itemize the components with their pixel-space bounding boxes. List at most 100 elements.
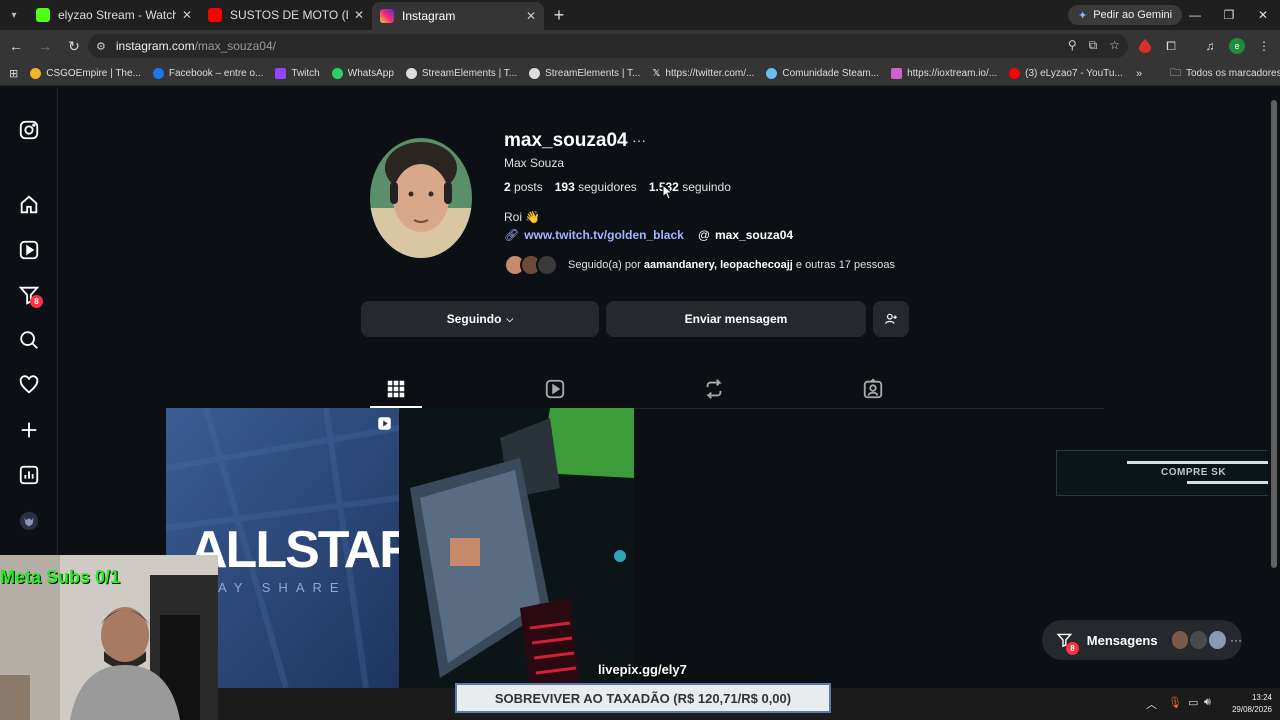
apps-grid-icon[interactable]: ⊞ bbox=[9, 67, 18, 80]
add-person-icon bbox=[885, 313, 897, 324]
tagged-tab-icon[interactable] bbox=[862, 378, 884, 400]
reposts-tab-icon[interactable] bbox=[703, 378, 725, 400]
cast-icon[interactable]: ⧉ bbox=[1089, 38, 1098, 53]
volume-icon[interactable]: 🔊︎ bbox=[1204, 696, 1211, 709]
bookmark-label: WhatsApp bbox=[347, 68, 394, 79]
all-bookmarks-folder[interactable]: 🗀 Todos os marcadores bbox=[1170, 64, 1280, 83]
gemini-button[interactable]: ✦ Pedir ao Gemini bbox=[1068, 5, 1183, 25]
promo-decoration bbox=[1127, 461, 1280, 464]
page-scrollbar[interactable] bbox=[1268, 88, 1280, 720]
bookmark-star-icon[interactable]: ☆ bbox=[1109, 38, 1120, 53]
bookmark-facebook[interactable]: Facebook – entre o... bbox=[152, 68, 263, 79]
tray-chevron-icon[interactable]: ︿ bbox=[1146, 696, 1157, 712]
zoom-icon[interactable]: ⚲ bbox=[1068, 38, 1077, 53]
stream-goal-text: Meta Subs 0/1 bbox=[0, 567, 121, 587]
followers-stat[interactable]: 193 seguidores bbox=[555, 180, 637, 194]
bookmark-favicon-icon bbox=[152, 68, 164, 79]
posts-count: 2 bbox=[504, 180, 511, 194]
scrollbar-thumb[interactable] bbox=[1271, 100, 1277, 568]
browser-tab-kick[interactable]: elyzao Stream - Watch Live on Kick ✕ bbox=[28, 0, 200, 30]
address-bar[interactable]: ⚙ instagram.com /max_souza04/ ⚲ ⧉ ☆ bbox=[88, 34, 1128, 58]
suggest-people-button[interactable] bbox=[873, 301, 909, 337]
browser-menu-icon[interactable]: ⋮ bbox=[1256, 38, 1272, 54]
close-tab-icon[interactable]: ✕ bbox=[526, 9, 536, 23]
minimize-button[interactable]: — bbox=[1178, 0, 1212, 30]
site-info-icon[interactable]: ⚙ bbox=[96, 40, 106, 53]
bookmark-csgoempire[interactable]: CSGOEmpire | The... bbox=[30, 68, 141, 79]
messages-button[interactable]: 8 Mensagens ··· bbox=[1042, 620, 1242, 660]
bookmark-ioxtream[interactable]: https://ioxtream.io/... bbox=[891, 68, 997, 79]
send-message-button[interactable]: Enviar mensagem bbox=[606, 301, 866, 337]
bookmark-label: Twitch bbox=[291, 68, 320, 79]
bookmark-favicon-icon bbox=[1009, 68, 1021, 79]
promo-text: COMPRE SK bbox=[1161, 467, 1227, 478]
reels-icon[interactable] bbox=[18, 239, 40, 261]
profile-avatar-icon[interactable]: e bbox=[1229, 38, 1245, 54]
restore-button[interactable]: ❐ bbox=[1212, 0, 1246, 30]
video-post-icon bbox=[378, 417, 391, 430]
external-link[interactable]: 🔗︎ www.twitch.tv/golden_black bbox=[504, 228, 684, 242]
bookmark-twitter[interactable]: 𝕏https://twitter.com/... bbox=[652, 68, 754, 79]
profile-stats: 2 posts 193 seguidores 1.532 seguindo bbox=[504, 180, 731, 194]
network-icon[interactable]: ▭ bbox=[1188, 696, 1198, 709]
back-button[interactable]: ← bbox=[3, 33, 29, 59]
search-icon[interactable] bbox=[18, 329, 40, 351]
instagram-favicon-icon bbox=[380, 9, 394, 23]
more-options-icon[interactable]: ··· bbox=[632, 132, 646, 148]
followed-by-prefix: Seguido(a) por bbox=[568, 259, 641, 271]
followed-by-suffix: e outras 17 pessoas bbox=[795, 259, 895, 271]
chevron-down-icon: ⌵ bbox=[506, 313, 514, 324]
dashboard-icon[interactable] bbox=[18, 464, 40, 486]
heart-icon[interactable] bbox=[18, 374, 40, 396]
bookmark-whatsapp[interactable]: WhatsApp bbox=[331, 68, 394, 79]
instagram-logo-icon[interactable] bbox=[18, 119, 40, 141]
bookmark-favicon-icon bbox=[275, 68, 287, 79]
profile-bio: Roi 👋 bbox=[504, 210, 541, 224]
following-button[interactable]: Seguindo ⌵ bbox=[361, 301, 599, 337]
browser-tab-youtube[interactable]: SUSTOS DE MOTO (EP. 268) - YouTube ✕ bbox=[200, 0, 372, 30]
close-window-button[interactable]: ✕ bbox=[1246, 0, 1280, 30]
microphone-icon[interactable]: 🎙︎ bbox=[1168, 696, 1182, 709]
post-subtitle: AY SHARE bbox=[218, 580, 347, 595]
bookmark-streamelements-2[interactable]: StreamElements | T... bbox=[529, 68, 640, 79]
followed-by[interactable]: Seguido(a) por aamandanery, leopachecoaj… bbox=[504, 254, 895, 276]
close-tab-icon[interactable]: ✕ bbox=[182, 8, 192, 22]
profile-avatar[interactable] bbox=[370, 138, 472, 258]
bookmark-streamelements-1[interactable]: StreamElements | T... bbox=[405, 68, 517, 79]
bookmarks-bar: ⊞ CSGOEmpire | The... Facebook – entre o… bbox=[0, 62, 1280, 86]
gemini-label: Pedir ao Gemini bbox=[1093, 9, 1173, 21]
post-thumbnail-setup[interactable] bbox=[400, 408, 634, 688]
bookmark-twitch[interactable]: Twitch bbox=[275, 68, 320, 79]
reels-tab-icon[interactable] bbox=[544, 378, 566, 400]
home-icon[interactable] bbox=[18, 194, 40, 216]
browser-tab-instagram[interactable]: Instagram ✕ bbox=[372, 2, 544, 30]
media-control-icon[interactable]: ♫ bbox=[1202, 38, 1218, 54]
create-icon[interactable] bbox=[18, 419, 40, 441]
extensions-puzzle-icon[interactable]: ⧠ bbox=[1163, 38, 1179, 54]
posts-grid-icon[interactable] bbox=[385, 378, 407, 400]
forward-button[interactable]: → bbox=[32, 33, 58, 59]
mouse-cursor-icon bbox=[662, 184, 673, 200]
more-bookmarks-icon[interactable]: » bbox=[1136, 68, 1142, 80]
tab-search-dropdown[interactable]: ▾ bbox=[0, 0, 28, 30]
url-host: instagram.com bbox=[115, 39, 195, 53]
link-url: www.twitch.tv/golden_black bbox=[524, 228, 684, 242]
stream-promo-overlay: COMPRE SK bbox=[1056, 450, 1280, 496]
new-tab-button[interactable]: + bbox=[544, 0, 574, 30]
threads-link[interactable]: @ max_souza04 bbox=[698, 228, 793, 242]
bookmark-favicon-icon bbox=[405, 68, 417, 79]
url-path: /max_souza04/ bbox=[194, 39, 276, 53]
profile-icon[interactable] bbox=[18, 510, 40, 532]
bookmark-label: (3) eLyzao7 - YouTu... bbox=[1025, 68, 1123, 79]
bookmark-favicon-icon bbox=[529, 68, 541, 79]
threads-handle: max_souza04 bbox=[715, 228, 794, 242]
close-tab-icon[interactable]: ✕ bbox=[354, 8, 364, 22]
extension-red-icon[interactable] bbox=[1137, 38, 1153, 54]
folder-icon: 🗀 bbox=[1170, 67, 1181, 79]
bookmark-youtube[interactable]: (3) eLyzao7 - YouTu... bbox=[1009, 68, 1123, 79]
promo-decoration bbox=[1187, 481, 1280, 484]
reload-button[interactable]: ↻ bbox=[61, 33, 87, 59]
posts-stat: 2 posts bbox=[504, 180, 543, 194]
taskbar-clock[interactable]: 13:24 29/08/2026 bbox=[1232, 692, 1272, 716]
bookmark-steam[interactable]: Comunidade Steam... bbox=[766, 68, 879, 79]
